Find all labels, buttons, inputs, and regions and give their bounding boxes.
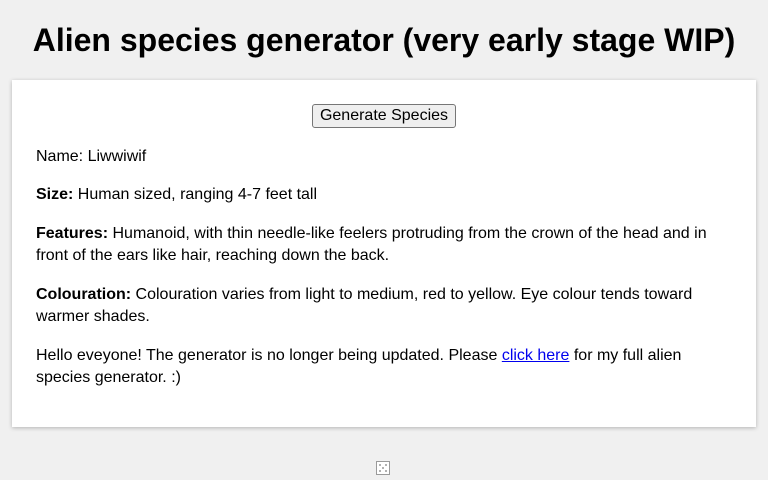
notice-line: Hello eveyone! The generator is no longe… [36,345,732,390]
dice-icon[interactable] [376,461,390,475]
species-colouration-line: Colouration: Colouration varies from lig… [36,284,732,329]
colouration-value: Colouration varies from light to medium,… [36,285,693,326]
species-name-line: Name: Liwwiwif [36,146,732,169]
notice-text-before: Hello eveyone! The generator is no longe… [36,346,498,364]
button-row: Generate Species [36,104,732,128]
generator-card: Generate Species Name: Liwwiwif Size: Hu… [12,80,756,427]
full-generator-link[interactable]: click here [502,347,570,364]
page-title: Alien species generator (very early stag… [32,22,736,58]
species-features-line: Features: Humanoid, with thin needle-lik… [36,223,732,268]
features-value: Humanoid, with thin needle-like feelers … [36,224,707,265]
features-label: Features: [36,224,109,242]
size-label: Size: [36,186,74,204]
name-label: Name: [36,148,84,165]
name-value: Liwwiwif [87,148,147,165]
generate-species-button[interactable]: Generate Species [311,104,457,128]
size-value: Human sized, ranging 4-7 feet tall [77,186,318,204]
colouration-label: Colouration: [36,285,132,303]
species-size-line: Size: Human sized, ranging 4-7 feet tall [36,184,732,207]
